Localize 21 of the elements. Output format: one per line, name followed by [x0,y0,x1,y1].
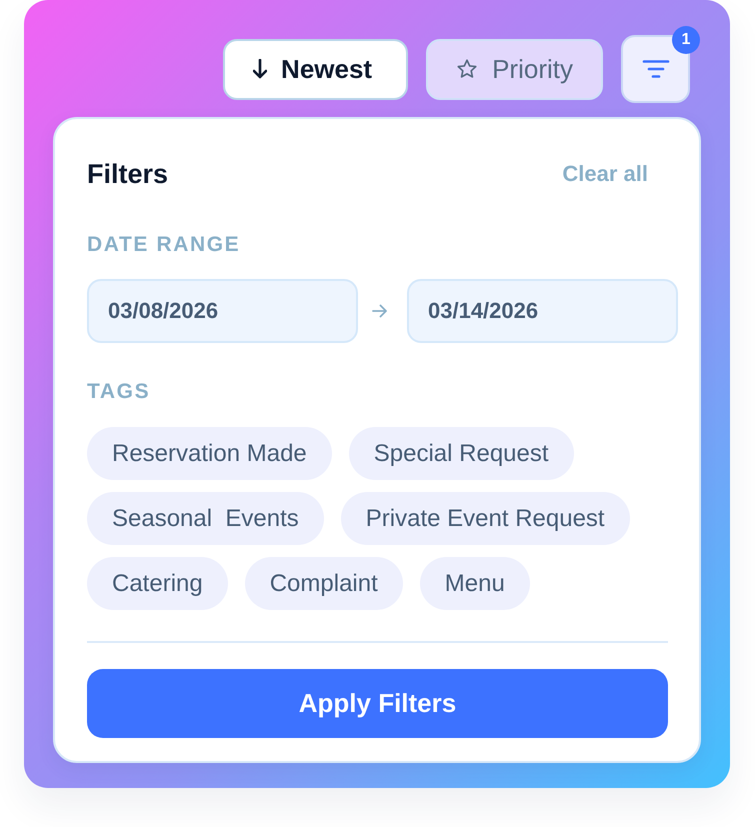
sort-button[interactable]: Newest [223,38,408,100]
end-date-field[interactable]: 03/14/2026 [407,279,678,343]
section-label: DATE RANGE [87,233,240,257]
panel-title: Filters [87,158,168,191]
tag-chip[interactable]: Special Request [348,427,574,480]
tag-chip[interactable]: Seasonal Events [87,492,324,545]
tag-chip[interactable]: Reservation Made [87,427,332,480]
tag-chip[interactable]: Menu [420,557,530,610]
filter-icon [642,59,670,79]
apply-filters-button[interactable]: Apply Filters [87,669,668,738]
sort-button[interactable]: Priority [426,38,603,100]
star-icon [456,58,478,80]
count-badge: 1 [672,26,700,54]
tag-chip[interactable]: Catering [87,557,228,610]
start-date-field[interactable]: 03/08/2026 [87,279,358,343]
tag-chip[interactable]: Complaint [244,557,403,610]
arrow-right-icon [372,304,388,318]
section-label: TAGS [87,380,150,404]
tag-chip[interactable]: Private Event Request [340,492,630,545]
arrow-down-icon [253,59,268,79]
filter-button[interactable] [621,35,690,103]
